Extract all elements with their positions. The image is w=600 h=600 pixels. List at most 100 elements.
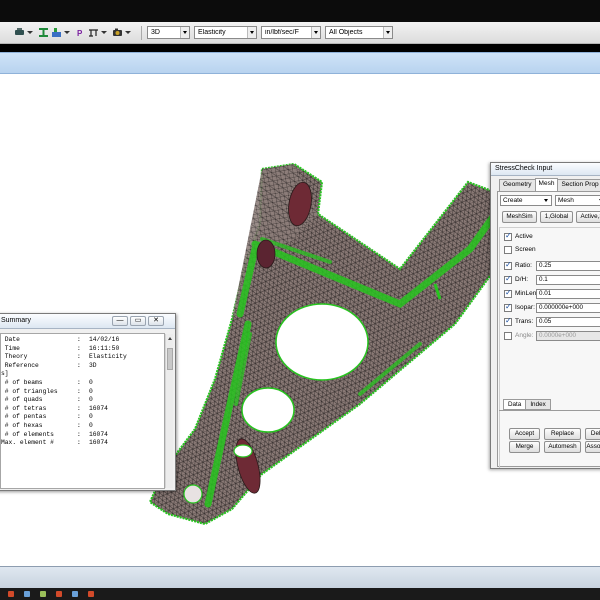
summary-line: # of beams:0 bbox=[1, 379, 164, 388]
minlen-label: MinLen: bbox=[515, 290, 539, 297]
summary-line: # of triangles:0 bbox=[1, 388, 164, 397]
minimize-button[interactable]: — bbox=[112, 316, 128, 326]
minlen-checkbox[interactable] bbox=[504, 288, 512, 298]
hole-large bbox=[275, 303, 369, 381]
object-select[interactable]: Mesh bbox=[555, 195, 600, 206]
merge-button[interactable]: Merge bbox=[509, 441, 540, 453]
summary-key: # of tetras bbox=[1, 404, 47, 412]
chevron-down-icon[interactable] bbox=[64, 27, 70, 38]
summary-colon bbox=[77, 370, 89, 379]
analysis-select[interactable]: Elasticity bbox=[194, 26, 257, 39]
param-row-isopar[interactable]: Isopar: 0.000000e+000 bbox=[504, 302, 600, 313]
chevron-down-icon[interactable] bbox=[311, 27, 320, 38]
task-icon[interactable] bbox=[88, 591, 94, 597]
summary-window[interactable]: Summary — ▭ ✕ Date:14/02/16 Time:16:11:5… bbox=[0, 313, 176, 491]
chevron-down-icon[interactable] bbox=[247, 27, 256, 38]
select-icon[interactable] bbox=[14, 27, 25, 38]
ratio-field[interactable]: 0.25 bbox=[536, 260, 600, 271]
mesh-part[interactable] bbox=[148, 162, 508, 526]
scrollbar-thumb[interactable] bbox=[167, 348, 173, 370]
task-icon[interactable] bbox=[8, 591, 14, 597]
chevron-down-icon[interactable] bbox=[383, 27, 392, 38]
replace-button[interactable]: Replace bbox=[544, 428, 581, 440]
chevron-down-icon[interactable] bbox=[543, 196, 551, 205]
angle-checkbox[interactable] bbox=[504, 331, 512, 340]
param-row-ratio[interactable]: Ratio: 0.25 bbox=[504, 260, 600, 271]
active-checkbox[interactable] bbox=[504, 231, 512, 241]
beam-icon[interactable] bbox=[38, 27, 49, 38]
screen-checkbox[interactable] bbox=[504, 245, 512, 254]
param-row-angle[interactable]: Angle: 0.0000e+000 bbox=[504, 330, 600, 341]
summary-value: 16074 bbox=[89, 430, 108, 438]
task-icon[interactable] bbox=[56, 591, 62, 597]
summary-key: # of beams bbox=[1, 378, 43, 386]
task-icon[interactable] bbox=[24, 591, 30, 597]
trans-checkbox[interactable] bbox=[504, 316, 512, 326]
chevron-down-icon[interactable] bbox=[27, 27, 33, 38]
summary-colon: : bbox=[77, 387, 81, 395]
object-filter-select[interactable]: All Objects bbox=[325, 26, 393, 39]
summary-key: Time bbox=[1, 344, 20, 352]
summary-scrollbar[interactable] bbox=[165, 334, 173, 488]
summary-colon: : bbox=[77, 430, 81, 438]
summary-value: 0 bbox=[89, 421, 93, 429]
associate-button[interactable]: Associate bbox=[585, 441, 600, 453]
tab-geometry[interactable]: Geometry bbox=[499, 179, 536, 191]
action-select[interactable]: Create bbox=[500, 195, 552, 206]
summary-titlebar[interactable]: Summary — ▭ ✕ bbox=[0, 314, 175, 329]
tree-icon[interactable] bbox=[88, 27, 99, 38]
ratio-checkbox[interactable] bbox=[504, 260, 512, 270]
view-mode-select[interactable]: 3D bbox=[147, 26, 190, 39]
node-icon[interactable] bbox=[51, 27, 62, 38]
param-row-trans[interactable]: Trans: 0.05 bbox=[504, 316, 600, 327]
mesh-status-button[interactable]: Active,S bbox=[576, 211, 600, 223]
isopar-checkbox[interactable] bbox=[504, 302, 512, 312]
point-icon[interactable]: P bbox=[75, 27, 86, 38]
task-icon[interactable] bbox=[40, 591, 46, 597]
param-row-dh[interactable]: D/H: 0.1 bbox=[504, 274, 600, 285]
task-icon[interactable] bbox=[72, 591, 78, 597]
summary-value: 0 bbox=[89, 413, 93, 421]
mesh-scope-button[interactable]: 1,Global bbox=[540, 211, 573, 223]
summary-line: Time:16:11:50 bbox=[1, 345, 164, 354]
delete-button[interactable]: Delete bbox=[585, 428, 600, 440]
summary-value: 14/02/16 bbox=[89, 336, 120, 343]
param-row-minlen[interactable]: MinLen: 0.01 bbox=[504, 288, 600, 299]
maximize-button[interactable]: ▭ bbox=[130, 316, 146, 326]
tab-data[interactable]: Data bbox=[503, 399, 527, 410]
chevron-down-icon[interactable] bbox=[180, 27, 189, 38]
active-checkbox-row[interactable]: Active bbox=[504, 231, 533, 242]
stresscheck-input-panel[interactable]: StressCheck Input Geometry Mesh Section … bbox=[490, 162, 600, 469]
stresscheck-titlebar[interactable]: StressCheck Input bbox=[491, 163, 600, 176]
units-select[interactable]: in/lbf/sec/F bbox=[261, 26, 321, 39]
isopar-field[interactable]: 0.000000e+000 bbox=[536, 302, 600, 313]
summary-key: Theory bbox=[1, 353, 28, 361]
dh-field[interactable]: 0.1 bbox=[536, 274, 600, 285]
minlen-field[interactable]: 0.01 bbox=[536, 288, 600, 299]
summary-colon: : bbox=[77, 439, 81, 447]
summary-value: 16074 bbox=[89, 439, 108, 447]
screen-checkbox-row[interactable]: Screen bbox=[504, 244, 536, 255]
analysis-value: Elasticity bbox=[198, 29, 226, 36]
mesh-method-button[interactable]: MeshSim bbox=[502, 211, 537, 223]
trans-field[interactable]: 0.05 bbox=[536, 316, 600, 327]
isopar-label: Isopar: bbox=[515, 304, 535, 311]
tab-index[interactable]: Index bbox=[525, 399, 551, 410]
accept-button[interactable]: Accept bbox=[509, 428, 540, 440]
summary-line: Theory: Elasticity bbox=[1, 353, 164, 362]
summary-key: # of elements bbox=[1, 430, 54, 438]
tab-section-prop[interactable]: Section Prop bbox=[557, 179, 600, 191]
summary-title: Summary bbox=[1, 317, 31, 324]
automesh-button[interactable]: Automesh bbox=[544, 441, 581, 453]
camera-icon[interactable] bbox=[112, 27, 123, 38]
close-button[interactable]: ✕ bbox=[148, 316, 164, 326]
object-value: Mesh bbox=[558, 197, 574, 204]
chevron-up-icon[interactable] bbox=[166, 334, 174, 342]
hole-medium bbox=[241, 387, 295, 433]
summary-colon: : bbox=[77, 336, 81, 343]
tab-mesh[interactable]: Mesh bbox=[534, 178, 559, 191]
chevron-down-icon[interactable] bbox=[101, 27, 107, 38]
chevron-down-icon[interactable] bbox=[125, 27, 131, 38]
summary-colon: : bbox=[77, 353, 81, 361]
dh-checkbox[interactable] bbox=[504, 274, 512, 284]
